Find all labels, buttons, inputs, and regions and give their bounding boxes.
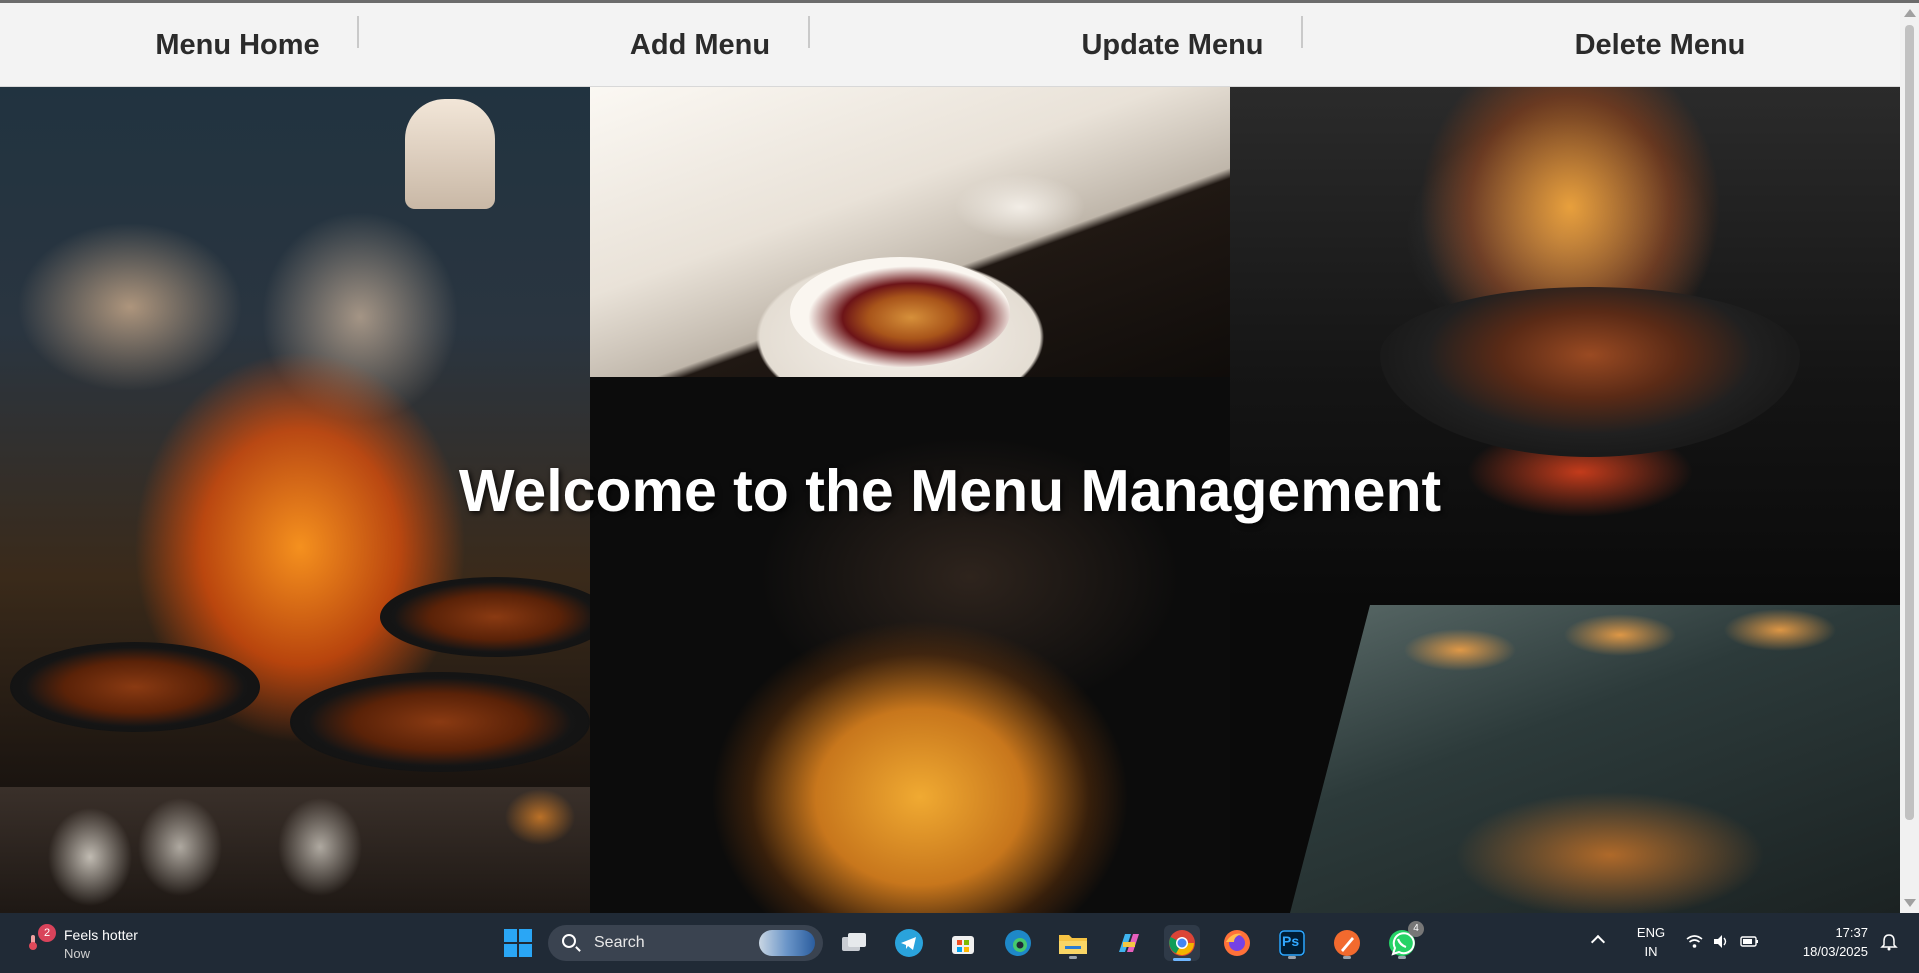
whatsapp-icon[interactable]: 4 bbox=[1384, 921, 1424, 961]
weather-alert-badge: 2 bbox=[38, 924, 56, 942]
running-indicator bbox=[1069, 956, 1077, 959]
nav-separator bbox=[808, 16, 810, 48]
chef-hat bbox=[405, 99, 495, 209]
task-view-icon[interactable] bbox=[836, 925, 872, 961]
clock-date: 18/03/2025 bbox=[1802, 944, 1868, 959]
nav-menu-home[interactable]: Menu Home bbox=[90, 3, 385, 87]
file-explorer-icon[interactable] bbox=[1055, 925, 1091, 961]
nav-update-menu[interactable]: Update Menu bbox=[1020, 3, 1325, 87]
language-code: ENG bbox=[1636, 925, 1666, 940]
fine-dining-table-image bbox=[590, 87, 1230, 377]
wine-glasses-image bbox=[0, 787, 590, 913]
system-tray bbox=[1686, 934, 1758, 954]
firefox-icon[interactable] bbox=[1219, 925, 1255, 961]
vertical-scrollbar[interactable] bbox=[1900, 3, 1919, 913]
scroll-down-arrow-icon[interactable] bbox=[1904, 899, 1916, 907]
running-indicator bbox=[1343, 956, 1351, 959]
plated-dish bbox=[790, 257, 1010, 367]
clock-time: 17:37 bbox=[1835, 925, 1868, 940]
language-indicator[interactable]: ENG IN bbox=[1633, 923, 1669, 961]
pan bbox=[290, 672, 590, 772]
hero-title: Welcome to the Menu Management bbox=[458, 458, 1442, 524]
language-region: IN bbox=[1644, 944, 1658, 959]
chrome-icon[interactable] bbox=[1164, 925, 1200, 961]
notification-bell-icon[interactable] bbox=[1880, 933, 1898, 951]
windows-start-icon[interactable] bbox=[500, 925, 536, 961]
wok bbox=[1380, 287, 1800, 457]
volume-icon[interactable] bbox=[1713, 934, 1730, 949]
restaurant-interior-image bbox=[1290, 605, 1900, 913]
copilot-icon[interactable] bbox=[1110, 925, 1146, 961]
scrollbar-thumb[interactable] bbox=[1905, 25, 1914, 820]
flaming-wok-image bbox=[1230, 87, 1900, 605]
weather-status: Feels hotter bbox=[64, 927, 138, 943]
taskbar-search-box[interactable]: Search bbox=[548, 925, 823, 961]
running-indicator bbox=[1288, 956, 1296, 959]
battery-icon[interactable] bbox=[1740, 934, 1758, 949]
telegram-icon[interactable] bbox=[891, 925, 927, 961]
photoshop-label: Ps bbox=[1282, 933, 1300, 949]
windows-taskbar: 2 Feels hotter Now Search Ps 4 ENG IN 17… bbox=[0, 913, 1919, 973]
hero-collage: Welcome to the Menu Management bbox=[0, 87, 1900, 913]
chefs-cooking-image bbox=[0, 87, 600, 787]
microsoft-store-icon[interactable] bbox=[945, 925, 981, 961]
nav-add-menu[interactable]: Add Menu bbox=[560, 3, 840, 87]
search-highlight-art bbox=[759, 930, 815, 956]
photoshop-icon[interactable]: Ps bbox=[1274, 925, 1310, 961]
edge-icon[interactable] bbox=[1000, 925, 1036, 961]
pen-app-icon[interactable] bbox=[1329, 925, 1365, 961]
scroll-up-arrow-icon[interactable] bbox=[1904, 9, 1916, 17]
weather-time: Now bbox=[64, 946, 91, 961]
pan bbox=[380, 577, 600, 657]
running-indicator bbox=[1398, 956, 1406, 959]
wifi-icon[interactable] bbox=[1686, 934, 1703, 949]
weather-widget[interactable]: 2 Feels hotter Now bbox=[24, 923, 164, 963]
search-label: Search bbox=[594, 934, 645, 951]
nav-separator bbox=[1301, 16, 1303, 48]
chevron-up-icon[interactable] bbox=[1590, 934, 1606, 950]
nav-separator bbox=[357, 16, 359, 48]
search-icon bbox=[562, 934, 576, 948]
clock[interactable]: 17:37 18/03/2025 bbox=[1786, 923, 1868, 961]
active-indicator bbox=[1173, 958, 1191, 961]
nav-delete-menu[interactable]: Delete Menu bbox=[1510, 3, 1810, 87]
whatsapp-unread-badge: 4 bbox=[1408, 921, 1424, 937]
top-navigation: Menu Home Add Menu Update Menu Delete Me… bbox=[0, 3, 1900, 87]
pan bbox=[10, 642, 260, 732]
